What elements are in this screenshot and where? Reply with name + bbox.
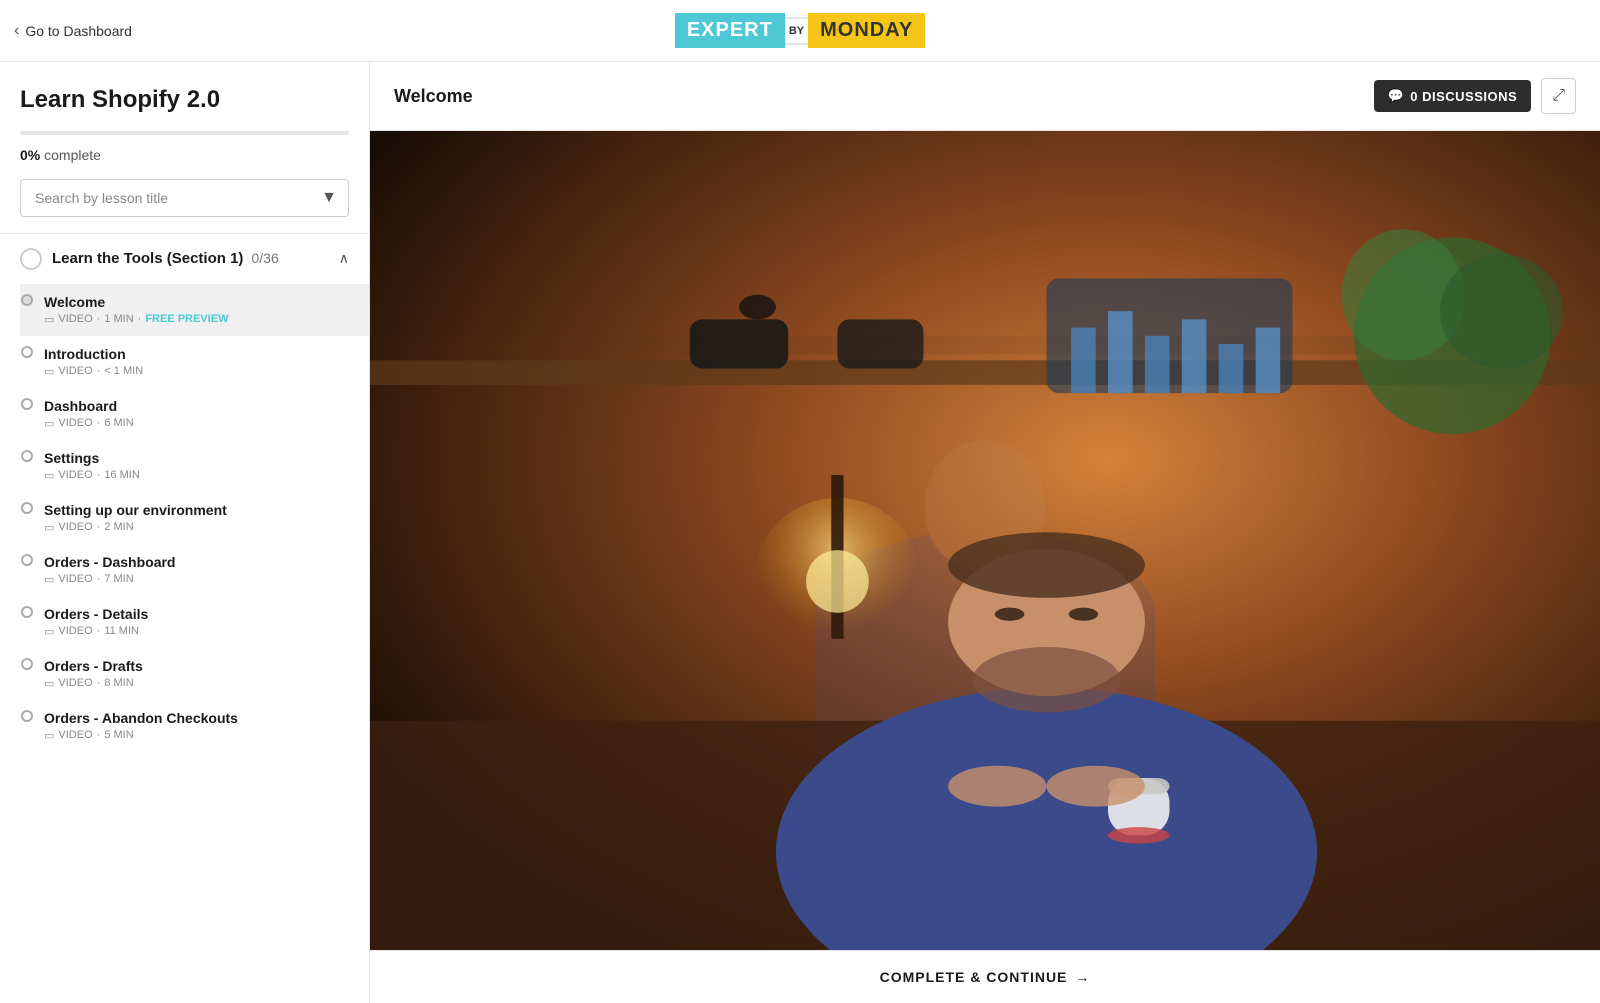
lesson-dot-welcome [21,294,33,306]
lesson-item-welcome[interactable]: Welcome ▭ VIDEO · 1 MIN · FREE PREVIEW [20,284,369,336]
lesson-meta-welcome: ▭ VIDEO · 1 MIN · FREE PREVIEW [44,313,349,326]
lesson-dot-orders-dashboard [21,554,33,566]
section-count: 0/36 [248,250,279,266]
complete-label: COMPLETE & CONTINUE [880,969,1068,985]
lesson-dot-orders-details [21,606,33,618]
lesson-meta-settings: ▭ VIDEO · 16 MIN [44,469,349,482]
section-title: Learn the Tools (Section 1) 0/36 [52,250,279,267]
progress-percent: 0% [20,147,40,163]
complete-continue-button[interactable]: COMPLETE & CONTINUE → [880,969,1091,985]
lesson-item-settings[interactable]: Settings ▭ VIDEO · 16 MIN [20,440,369,492]
video-icon-environment: ▭ [44,521,54,534]
content-header-actions: 💬 0 DISCUSSIONS ⤢ [1374,78,1576,114]
progress-bar-container [20,131,349,135]
free-preview-badge-welcome: FREE PREVIEW [145,313,228,325]
video-icon-dashboard: ▭ [44,417,54,430]
lesson-meta-introduction: ▭ VIDEO · < 1 MIN [44,365,349,378]
lesson-meta-orders-abandon: ▭ VIDEO · 5 MIN [44,729,349,742]
back-label: Go to Dashboard [25,23,132,39]
video-icon-welcome: ▭ [44,313,54,326]
lesson-meta-orders-drafts: ▭ VIDEO · 8 MIN [44,677,349,690]
lesson-dot-orders-abandon [21,710,33,722]
chevron-left-icon: ‹ [14,22,19,40]
logo-monday-text: MONDAY [808,13,925,48]
logo-by-text: BY [785,17,808,45]
lesson-meta-orders-details: ▭ VIDEO · 11 MIN [44,625,349,638]
lesson-item-introduction[interactable]: Introduction ▭ VIDEO · < 1 MIN [20,336,369,388]
lesson-name-orders-dashboard: Orders - Dashboard [44,554,349,570]
section-expand-icon: ∧ [339,250,349,267]
complete-arrow-icon: → [1075,969,1090,985]
video-icon-orders-abandon: ▭ [44,729,54,742]
lesson-name-introduction: Introduction [44,346,349,362]
video-wrapper[interactable] [370,131,1600,950]
search-wrapper[interactable]: Search by lesson title ▼ [20,179,349,217]
lesson-name-environment: Setting up our environment [44,502,349,518]
top-nav: ‹ Go to Dashboard EXPERT BY MONDAY [0,0,1600,62]
expand-icon: ⤢ [1552,87,1565,104]
lesson-meta-dashboard: ▭ VIDEO · 6 MIN [44,417,349,430]
lesson-item-orders-details[interactable]: Orders - Details ▭ VIDEO · 11 MIN [20,596,369,648]
section-circle [20,248,42,270]
lesson-item-dashboard[interactable]: Dashboard ▭ VIDEO · 6 MIN [20,388,369,440]
video-scene [370,131,1600,950]
search-container: Search by lesson title ▼ [0,179,369,233]
search-input[interactable]: Search by lesson title [20,179,349,217]
lesson-name-orders-details: Orders - Details [44,606,349,622]
lesson-item-orders-abandon[interactable]: Orders - Abandon Checkouts ▭ VIDEO · 5 M… [20,700,369,752]
discussions-icon: 💬 [1388,88,1405,104]
lesson-type-welcome: VIDEO [58,313,92,325]
lesson-dot-orders-drafts [21,658,33,670]
lesson-list: Welcome ▭ VIDEO · 1 MIN · FREE PREVIEW [0,284,369,752]
video-icon-settings: ▭ [44,469,54,482]
content-title: Welcome [394,86,473,107]
lesson-dot-environment [21,502,33,514]
content-header: Welcome 💬 0 DISCUSSIONS ⤢ [370,62,1600,131]
video-svg-overlay [370,131,1600,950]
video-icon-orders-drafts: ▭ [44,677,54,690]
progress-label: complete [44,147,101,163]
main-layout: Learn Shopify 2.0 0% complete Search by … [0,62,1600,1003]
video-icon-introduction: ▭ [44,365,54,378]
section-header[interactable]: Learn the Tools (Section 1) 0/36 ∧ [0,233,369,284]
lesson-name-dashboard: Dashboard [44,398,349,414]
complete-bar: COMPLETE & CONTINUE → [370,950,1600,1003]
logo: EXPERT BY MONDAY [675,13,925,48]
lesson-duration-welcome: 1 MIN [104,313,133,325]
back-to-dashboard-button[interactable]: ‹ Go to Dashboard [14,22,132,40]
section-header-left: Learn the Tools (Section 1) 0/36 [20,248,279,270]
discussions-count: 0 DISCUSSIONS [1410,89,1517,104]
lesson-dot-dashboard [21,398,33,410]
content-area: Welcome 💬 0 DISCUSSIONS ⤢ [370,62,1600,1003]
video-icon-orders-dashboard: ▭ [44,573,54,586]
lesson-name-orders-drafts: Orders - Drafts [44,658,349,674]
lesson-name-orders-abandon: Orders - Abandon Checkouts [44,710,349,726]
expand-button[interactable]: ⤢ [1541,78,1576,114]
lesson-name-welcome: Welcome [44,294,349,310]
course-title: Learn Shopify 2.0 [20,86,349,115]
lesson-meta-environment: ▭ VIDEO · 2 MIN [44,521,349,534]
logo-expert-text: EXPERT [675,13,785,48]
lesson-meta-orders-dashboard: ▭ VIDEO · 7 MIN [44,573,349,586]
lesson-name-settings: Settings [44,450,349,466]
sidebar: Learn Shopify 2.0 0% complete Search by … [0,62,370,1003]
lesson-dot-settings [21,450,33,462]
lesson-item-environment[interactable]: Setting up our environment ▭ VIDEO · 2 M… [20,492,369,544]
lesson-item-orders-dashboard[interactable]: Orders - Dashboard ▭ VIDEO · 7 MIN [20,544,369,596]
lesson-dot-introduction [21,346,33,358]
sidebar-header: Learn Shopify 2.0 0% complete [0,62,369,179]
progress-text: 0% complete [20,147,349,163]
lesson-item-orders-drafts[interactable]: Orders - Drafts ▭ VIDEO · 8 MIN [20,648,369,700]
discussions-button[interactable]: 💬 0 DISCUSSIONS [1374,80,1532,112]
video-icon-orders-details: ▭ [44,625,54,638]
